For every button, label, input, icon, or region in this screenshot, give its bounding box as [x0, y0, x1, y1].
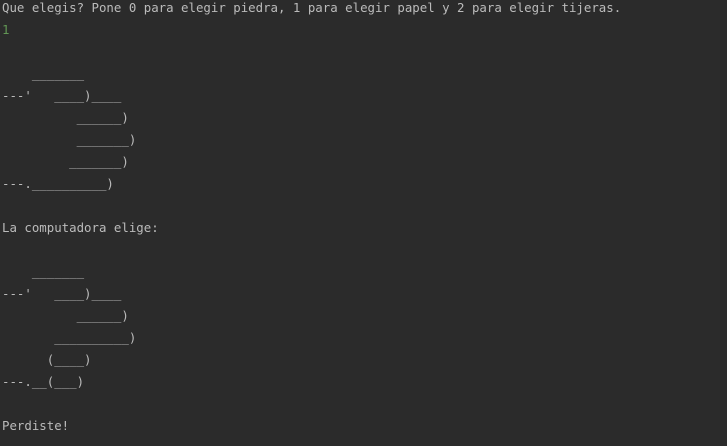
user-choice-ascii-art: _______ ---' ____)____ ______) _______) …	[2, 63, 727, 195]
result-text: Perdiste!	[2, 418, 70, 433]
ascii-art-line: ______)	[2, 308, 129, 323]
computer-choice-label: La computadora elige:	[2, 220, 159, 235]
ascii-art-line: ---.__(___)	[2, 374, 85, 389]
ascii-art-line: _______	[2, 264, 85, 279]
ascii-art-line: _______	[2, 66, 85, 81]
ascii-art-line: _______)	[2, 154, 129, 169]
ascii-art-line: ---' ____)____	[2, 88, 122, 103]
ascii-art-line: ______)	[2, 110, 129, 125]
prompt-text: Que elegis? Pone 0 para elegir piedra, 1…	[2, 0, 622, 15]
ascii-art-line: (____)	[2, 352, 92, 367]
ascii-art-line: ---.__________)	[2, 176, 114, 191]
ascii-art-line: __________)	[2, 330, 137, 345]
computer-choice-ascii-art: _______ ---' ____)____ ______) _________…	[2, 261, 727, 393]
ascii-art-line: ---' ____)____	[2, 286, 122, 301]
run-console-output: Que elegis? Pone 0 para elegir piedra, 1…	[0, 0, 727, 443]
ascii-art-line: _______)	[2, 132, 137, 147]
user-input-text: 1	[2, 22, 10, 37]
